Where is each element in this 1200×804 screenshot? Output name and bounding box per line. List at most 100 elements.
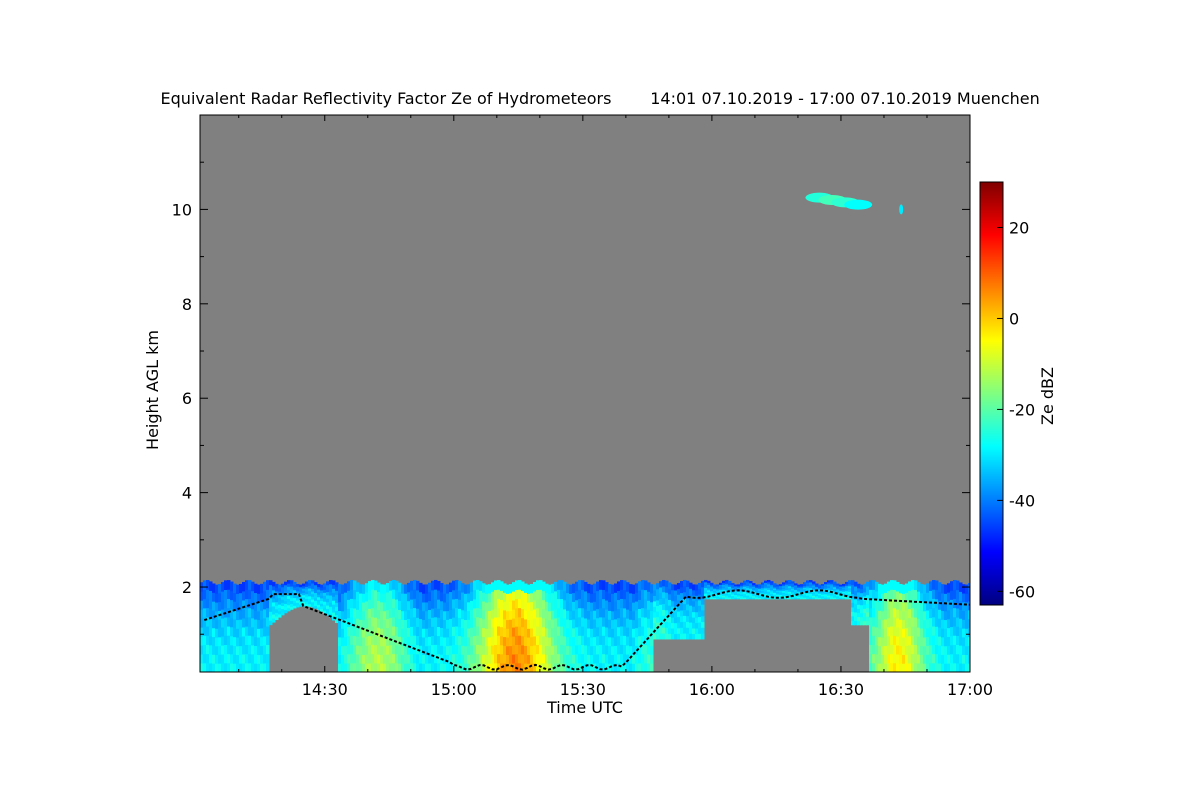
echo-cell <box>626 618 630 628</box>
echo-cell <box>539 580 543 590</box>
echo-cell <box>701 627 705 634</box>
echo-cell <box>575 662 579 672</box>
echo-cell <box>683 609 687 616</box>
echo-cell <box>503 609 507 620</box>
echo-cell <box>881 619 885 629</box>
echo-cell <box>290 588 294 593</box>
echo-cell <box>863 587 867 593</box>
echo-cell <box>551 636 555 647</box>
echo-cell <box>521 617 525 628</box>
echo-cell <box>677 588 681 595</box>
echo-cell <box>227 635 231 645</box>
echo-cell <box>605 600 609 610</box>
echo-cell <box>677 611 681 618</box>
echo-cell <box>512 600 516 610</box>
echo-cell <box>629 610 633 620</box>
y-tick-label: 2 <box>182 578 192 597</box>
echo-cell <box>569 645 573 656</box>
echo-cell <box>950 662 954 672</box>
echo-cell <box>926 583 930 593</box>
echo-cell <box>497 626 501 636</box>
echo-cell <box>239 619 243 629</box>
echo-cell <box>884 627 888 638</box>
echo-cell <box>233 663 237 672</box>
echo-cell <box>218 645 222 655</box>
echo-cell <box>632 584 636 594</box>
echo-cell <box>242 653 246 664</box>
echo-cell <box>926 592 930 602</box>
echo-cell <box>884 636 888 646</box>
echo-cell <box>935 580 939 591</box>
echo-cell <box>464 654 468 664</box>
echo-cell <box>539 607 543 618</box>
echo-cell <box>443 645 447 656</box>
echo-cell <box>452 635 456 646</box>
echo-cell <box>212 592 216 602</box>
echo-cell <box>866 590 870 596</box>
y-axis-label: Height AGL km <box>143 330 162 450</box>
echo-cell <box>503 601 507 611</box>
echo-cell <box>560 626 564 636</box>
echo-cell <box>938 645 942 655</box>
echo-cell <box>395 662 399 672</box>
x-tick-label: 15:30 <box>560 680 606 699</box>
echo-cell <box>617 653 621 664</box>
echo-cell <box>470 609 474 619</box>
echo-cell <box>437 590 441 600</box>
echo-cell <box>353 580 357 591</box>
echo-cell <box>521 626 525 637</box>
echo-cell <box>953 579 957 590</box>
echo-cell <box>917 609 921 619</box>
echo-cell <box>365 654 369 664</box>
echo-cell <box>443 584 447 594</box>
echo-cell <box>323 589 327 593</box>
echo-cell <box>938 618 942 628</box>
echo-cell <box>488 645 492 655</box>
echo-cell <box>455 579 459 590</box>
echo-cell <box>290 600 294 604</box>
echo-cell <box>659 627 663 634</box>
echo-cell <box>611 645 615 656</box>
echo-cell <box>392 598 396 609</box>
echo-cell <box>527 654 531 664</box>
echo-cell <box>434 653 438 664</box>
echo-cell <box>254 627 258 638</box>
echo-cell <box>251 590 255 601</box>
echo-cell <box>569 637 573 647</box>
echo-cell <box>584 644 588 655</box>
echo-cell <box>665 633 669 640</box>
echo-cell <box>851 606 855 612</box>
echo-cell <box>329 583 333 589</box>
echo-cell <box>470 654 474 664</box>
echo-cell <box>605 582 609 592</box>
echo-cell <box>875 644 879 655</box>
echo-cell <box>695 633 699 640</box>
echo-cell <box>419 609 423 620</box>
echo-cell <box>362 593 366 603</box>
echo-cell <box>680 633 684 640</box>
echo-cell <box>569 602 573 612</box>
echo-cell <box>470 627 474 637</box>
echo-cell <box>656 588 660 595</box>
echo-cell <box>491 600 495 610</box>
echo-cell <box>422 619 426 629</box>
echo-cell <box>611 584 615 594</box>
echo-cell <box>212 654 216 664</box>
echo-cell <box>371 635 375 645</box>
echo-cell <box>353 607 357 618</box>
echo-cell <box>905 610 909 620</box>
echo-cell <box>629 584 633 594</box>
echo-cell <box>524 592 528 602</box>
echo-cell <box>290 580 294 584</box>
echo-cell <box>698 588 702 595</box>
echo-cell <box>422 584 426 594</box>
echo-cell <box>863 612 867 618</box>
echo-cell <box>653 595 657 602</box>
echo-cell <box>896 645 900 655</box>
echo-cell <box>593 583 597 593</box>
echo-cell <box>872 616 876 627</box>
echo-cell <box>638 590 642 600</box>
echo-cell <box>356 663 360 672</box>
echo-cell <box>389 653 393 664</box>
echo-cell <box>392 662 396 672</box>
